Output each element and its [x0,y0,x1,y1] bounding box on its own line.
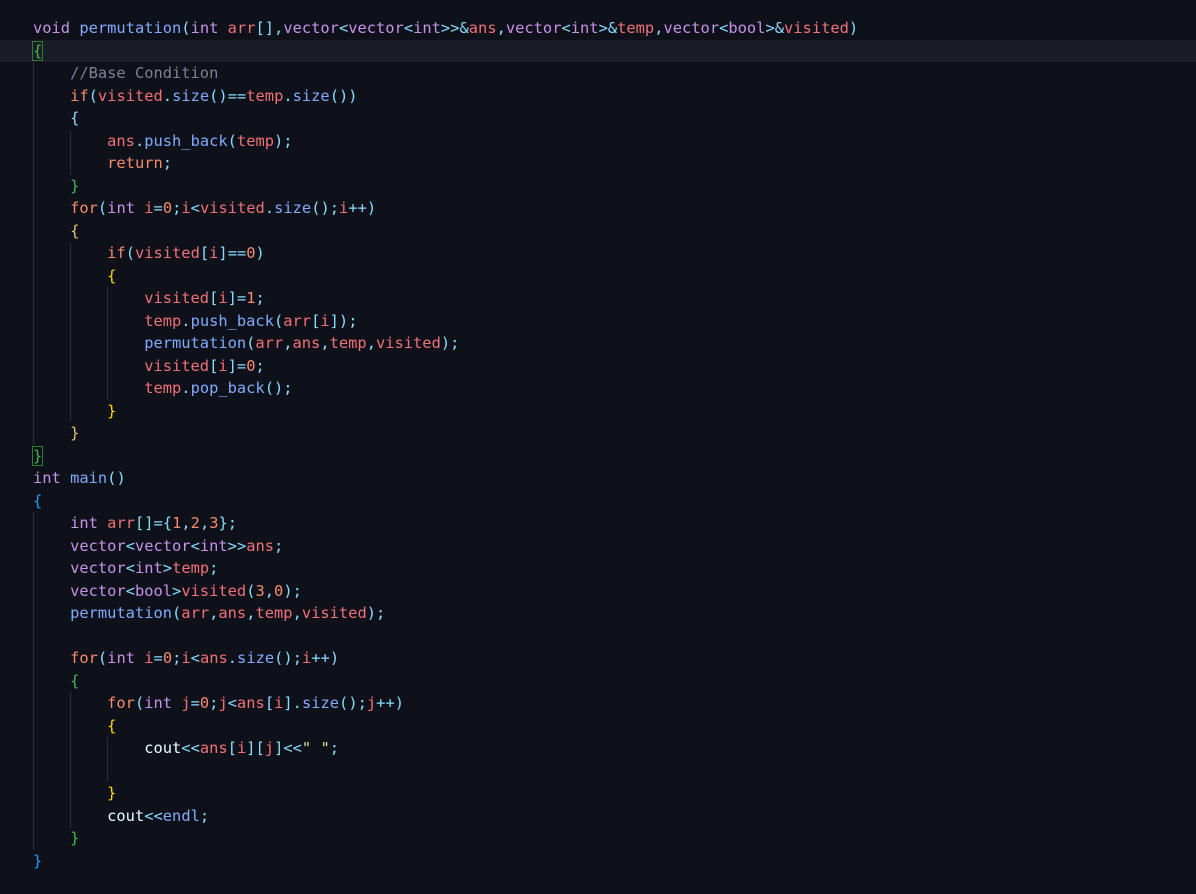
code-line[interactable]: //Base Condition [33,62,1196,85]
code-line[interactable] [33,625,1196,648]
code-line[interactable]: { [33,715,1196,738]
code-line[interactable]: cout<<endl; [33,805,1196,828]
code-area[interactable]: void permutation(int arr[],vector<vector… [0,17,1196,873]
code-line[interactable]: } [33,175,1196,198]
code-line[interactable]: ans.push_back(temp); [33,130,1196,153]
code-line[interactable]: } [31,445,1196,468]
code-line[interactable]: permutation(arr,ans,temp,visited); [33,332,1196,355]
code-line[interactable]: vector<bool>visited(3,0); [33,580,1196,603]
code-line[interactable]: cout<<ans[i][j]<<" "; [33,737,1196,760]
code-line[interactable]: } [33,422,1196,445]
code-line[interactable]: { [33,107,1196,130]
code-line[interactable]: vector<vector<int>>ans; [33,535,1196,558]
code-line[interactable]: if(visited.size()==temp.size()) [33,85,1196,108]
code-line[interactable]: temp.pop_back(); [33,377,1196,400]
code-line[interactable]: { [33,490,1196,513]
code-line[interactable]: { [33,220,1196,243]
code-line[interactable]: } [33,782,1196,805]
code-line[interactable]: } [33,827,1196,850]
code-line[interactable]: permutation(arr,ans,temp,visited); [33,602,1196,625]
code-line[interactable]: for(int i=0;i<ans.size();i++) [33,647,1196,670]
code-line[interactable]: { [0,39,1196,62]
code-line[interactable]: int main() [33,467,1196,490]
code-line[interactable]: int arr[]={1,2,3}; [33,512,1196,535]
code-line[interactable]: { [33,265,1196,288]
code-line[interactable]: { [33,670,1196,693]
code-line[interactable]: } [33,850,1196,873]
code-line[interactable]: temp.push_back(arr[i]); [33,310,1196,333]
code-line[interactable]: visited[i]=1; [33,287,1196,310]
code-line[interactable]: return; [33,152,1196,175]
code-line[interactable] [33,760,1196,783]
code-line[interactable]: for(int j=0;j<ans[i].size();j++) [33,692,1196,715]
code-line[interactable]: vector<int>temp; [33,557,1196,580]
code-line[interactable]: if(visited[i]==0) [33,242,1196,265]
code-line[interactable]: void permutation(int arr[],vector<vector… [33,17,1196,40]
code-line[interactable]: for(int i=0;i<visited.size();i++) [33,197,1196,220]
code-line[interactable]: } [33,400,1196,423]
code-line[interactable]: visited[i]=0; [33,355,1196,378]
code-editor[interactable]: void permutation(int arr[],vector<vector… [0,0,1196,894]
